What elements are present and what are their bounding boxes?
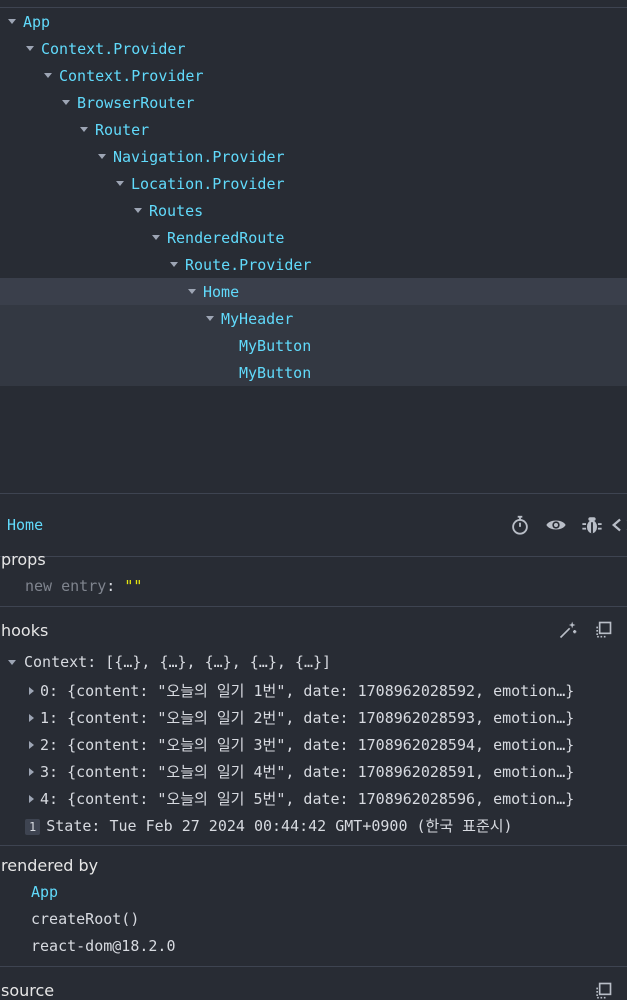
expand-caret-icon[interactable] xyxy=(29,768,34,776)
tree-row-home[interactable]: Home xyxy=(0,278,627,305)
entry-key: 1: xyxy=(40,709,59,727)
props-section-title: props xyxy=(1,550,46,569)
tree-row-my-header[interactable]: MyHeader xyxy=(0,305,627,332)
tree-row-route-provider[interactable]: Route.Provider xyxy=(0,251,627,278)
expand-caret-icon[interactable] xyxy=(116,181,124,186)
expand-caret-icon[interactable] xyxy=(26,46,34,51)
context-hook-row[interactable]: Context: [{…}, {…}, {…}, {…}, {…}] xyxy=(8,653,331,671)
section-divider xyxy=(0,966,627,967)
tree-row-context-provider[interactable]: Context.Provider xyxy=(0,62,627,89)
tree-row-label: MyButton xyxy=(239,336,312,355)
context-hook-label: Context: xyxy=(24,653,97,671)
source-section-title: source xyxy=(1,981,55,1000)
expand-caret-icon[interactable] xyxy=(98,154,106,159)
new-entry-value[interactable]: "" xyxy=(124,577,142,595)
copy-icon[interactable] xyxy=(590,978,616,1000)
tree-row-navigation-provider[interactable]: Navigation.Provider xyxy=(0,143,627,170)
rendered-by-section-title: rendered by xyxy=(1,856,99,875)
entry-value: {content: "오늘의 일기 1번", date: 17089620285… xyxy=(67,682,575,700)
tree-row-label: Navigation.Provider xyxy=(113,147,285,166)
collapse-caret-icon[interactable] xyxy=(8,660,16,665)
entry-value: {content: "오늘의 일기 5번", date: 17089620285… xyxy=(67,790,575,808)
tree-row-label: Location.Provider xyxy=(131,174,285,193)
caret-placeholder xyxy=(224,370,232,375)
code-icon[interactable] xyxy=(610,508,627,542)
tree-row-browser-router[interactable]: BrowserRouter xyxy=(0,89,627,116)
entry-value: {content: "오늘의 일기 4번", date: 17089620285… xyxy=(67,763,575,781)
entry-key: 4: xyxy=(40,790,59,808)
rendered-by-item: createRoot() xyxy=(31,910,140,928)
tree-row-label: Home xyxy=(203,282,240,301)
expand-caret-icon[interactable] xyxy=(80,127,88,132)
expand-caret-icon[interactable] xyxy=(29,687,34,695)
hooks-section-title: hooks xyxy=(1,621,49,640)
bug-icon[interactable] xyxy=(574,508,610,542)
entry-key: 0: xyxy=(40,682,59,700)
expand-caret-icon[interactable] xyxy=(29,714,34,722)
tree-row-routes[interactable]: Routes xyxy=(0,197,627,224)
expand-caret-icon[interactable] xyxy=(29,795,34,803)
state-hook-value[interactable]: Tue Feb 27 2024 00:44:42 GMT+0900 (한국 표준… xyxy=(109,817,512,835)
inspected-component-name: Home xyxy=(7,516,44,534)
tree-row-app[interactable]: App xyxy=(0,8,627,35)
tree-row-label: RenderedRoute xyxy=(167,228,285,247)
tree-row-label: Context.Provider xyxy=(59,66,204,85)
tree-row-my-button[interactable]: MyButton xyxy=(0,359,627,386)
tree-row-label: MyHeader xyxy=(221,309,294,328)
entry-value: {content: "오늘의 일기 2번", date: 17089620285… xyxy=(67,709,575,727)
section-divider xyxy=(0,845,627,846)
tree-row-label: Routes xyxy=(149,201,204,220)
stopwatch-icon[interactable] xyxy=(502,508,538,542)
magic-wand-icon[interactable] xyxy=(555,617,581,643)
context-entry-row[interactable]: 0: {content: "오늘의 일기 1번", date: 17089620… xyxy=(29,680,574,701)
entry-key: 2: xyxy=(40,736,59,754)
section-divider xyxy=(0,556,627,557)
new-entry-row[interactable]: new entry: "" xyxy=(25,577,142,595)
new-entry-label: new entry xyxy=(25,577,107,595)
tree-row-my-button[interactable]: MyButton xyxy=(0,332,627,359)
expand-caret-icon[interactable] xyxy=(134,208,142,213)
caret-placeholder xyxy=(224,343,232,348)
tree-row-label: MyButton xyxy=(239,363,312,382)
expand-caret-icon[interactable] xyxy=(188,289,196,294)
hook-index-badge: 1 xyxy=(25,819,41,835)
expand-caret-icon[interactable] xyxy=(8,19,16,24)
state-hook-row[interactable]: 1 State: Tue Feb 27 2024 00:44:42 GMT+090… xyxy=(25,815,513,836)
context-hook-value: [{…}, {…}, {…}, {…}, {…}] xyxy=(105,653,332,671)
context-entry-row[interactable]: 3: {content: "오늘의 일기 4번", date: 17089620… xyxy=(29,761,574,782)
expand-caret-icon[interactable] xyxy=(44,73,52,78)
expand-caret-icon[interactable] xyxy=(152,235,160,240)
expand-caret-icon[interactable] xyxy=(170,262,178,267)
context-entry-row[interactable]: 1: {content: "오늘의 일기 2번", date: 17089620… xyxy=(29,707,574,728)
inspector-actions xyxy=(502,508,627,542)
colon: : xyxy=(106,577,116,595)
tree-row-rendered-route[interactable]: RenderedRoute xyxy=(0,224,627,251)
tree-row-label: App xyxy=(23,12,51,31)
rendered-by-item: react-dom@18.2.0 xyxy=(31,937,176,955)
entry-key: 3: xyxy=(40,763,59,781)
tree-row-label: Route.Provider xyxy=(185,255,312,274)
rendered-by-app-link[interactable]: App xyxy=(31,883,58,901)
context-entry-row[interactable]: 2: {content: "오늘의 일기 3번", date: 17089620… xyxy=(29,734,574,755)
state-hook-label: State: xyxy=(46,817,101,835)
eye-icon[interactable] xyxy=(538,508,574,542)
section-divider xyxy=(0,606,627,607)
tree-row-label: BrowserRouter xyxy=(77,93,195,112)
inspector-header: Home xyxy=(0,494,627,556)
tree-row-label: Router xyxy=(95,120,150,139)
context-entry-row[interactable]: 4: {content: "오늘의 일기 5번", date: 17089620… xyxy=(29,788,574,809)
tree-row-label: Context.Provider xyxy=(41,39,186,58)
expand-caret-icon[interactable] xyxy=(29,741,34,749)
copy-icon[interactable] xyxy=(590,617,616,643)
entry-value: {content: "오늘의 일기 3번", date: 17089620285… xyxy=(67,736,575,754)
tree-row-context-provider[interactable]: Context.Provider xyxy=(0,35,627,62)
tree-top-border xyxy=(0,0,627,8)
tree-row-location-provider[interactable]: Location.Provider xyxy=(0,170,627,197)
expand-caret-icon[interactable] xyxy=(206,316,214,321)
tree-row-router[interactable]: Router xyxy=(0,116,627,143)
expand-caret-icon[interactable] xyxy=(62,100,70,105)
